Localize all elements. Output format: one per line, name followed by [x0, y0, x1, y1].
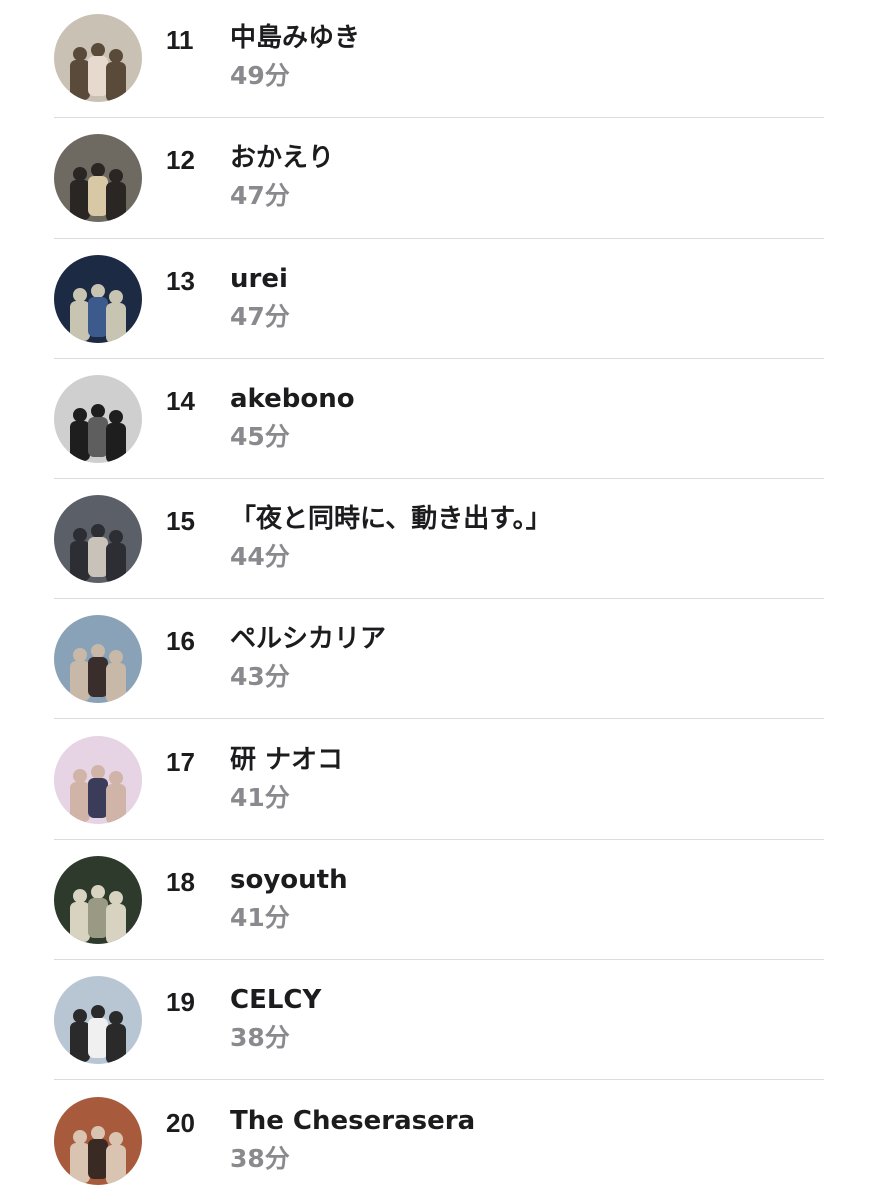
listen-time: 47分: [230, 181, 290, 210]
avatar: [54, 255, 142, 343]
artist-name: CELCY: [230, 985, 322, 1015]
list-item[interactable]: 15 「夜と同時に、動き出す。」 44分: [0, 481, 879, 601]
listen-time: 47分: [230, 302, 290, 331]
listen-time: 43分: [230, 662, 290, 691]
rank-number: 15: [166, 506, 195, 536]
rank-number: 17: [166, 747, 195, 777]
artist-name: 研 ナオコ: [230, 745, 344, 775]
avatar: [54, 134, 142, 222]
listen-time: 41分: [230, 783, 290, 812]
avatar-photo: [54, 375, 142, 463]
list-item[interactable]: 16 ペルシカリア 43分: [0, 601, 879, 721]
rank-number: 12: [166, 145, 195, 175]
avatar: [54, 856, 142, 944]
rank-number: 20: [166, 1108, 195, 1138]
avatar-photo: [54, 134, 142, 222]
avatar-photo: [54, 495, 142, 583]
list-item[interactable]: 20 The Cheserasera 38分: [0, 1083, 879, 1203]
list-item[interactable]: 17 研 ナオコ 41分: [0, 722, 879, 842]
listen-time: 38分: [230, 1144, 290, 1173]
list-item[interactable]: 11 中島みゆき 49分: [0, 0, 879, 120]
divider: [54, 1079, 824, 1080]
avatar-photo: [54, 14, 142, 102]
list-item[interactable]: 12 おかえり 47分: [0, 120, 879, 240]
avatar: [54, 976, 142, 1064]
avatar: [54, 1097, 142, 1185]
artist-name: おかえり: [230, 143, 335, 173]
rank-number: 13: [166, 266, 195, 296]
avatar-photo: [54, 255, 142, 343]
artist-name: The Cheserasera: [230, 1106, 476, 1136]
avatar: [54, 615, 142, 703]
avatar-photo: [54, 976, 142, 1064]
listen-time: 49分: [230, 61, 290, 90]
list-item[interactable]: 19 CELCY 38分: [0, 962, 879, 1082]
artist-name: 「夜と同時に、動き出す。」: [230, 504, 552, 534]
divider: [54, 358, 824, 359]
divider: [54, 478, 824, 479]
avatar-photo: [54, 1097, 142, 1185]
listen-time: 44分: [230, 542, 290, 571]
avatar: [54, 736, 142, 824]
list-item[interactable]: 14 akebono 45分: [0, 361, 879, 481]
listen-time: 45分: [230, 422, 290, 451]
artist-name: soyouth: [230, 865, 348, 895]
rank-number: 11: [166, 25, 194, 55]
divider: [54, 839, 824, 840]
rank-number: 16: [166, 626, 195, 656]
artist-name: urei: [230, 264, 288, 294]
list-item[interactable]: 13 urei 47分: [0, 241, 879, 361]
rank-number: 18: [166, 867, 195, 897]
avatar-photo: [54, 615, 142, 703]
divider: [54, 959, 824, 960]
avatar: [54, 375, 142, 463]
avatar: [54, 495, 142, 583]
avatar-photo: [54, 736, 142, 824]
rank-number: 19: [166, 987, 195, 1017]
listen-time: 38分: [230, 1023, 290, 1052]
avatar-photo: [54, 856, 142, 944]
avatar: [54, 14, 142, 102]
listen-time: 41分: [230, 903, 290, 932]
divider: [54, 598, 824, 599]
artist-name: ペルシカリア: [230, 624, 387, 654]
rank-number: 14: [166, 386, 195, 416]
divider: [54, 117, 824, 118]
artist-name: akebono: [230, 384, 355, 414]
artist-name: 中島みゆき: [230, 23, 361, 53]
list-item[interactable]: 18 soyouth 41分: [0, 842, 879, 962]
divider: [54, 718, 824, 719]
divider: [54, 238, 824, 239]
